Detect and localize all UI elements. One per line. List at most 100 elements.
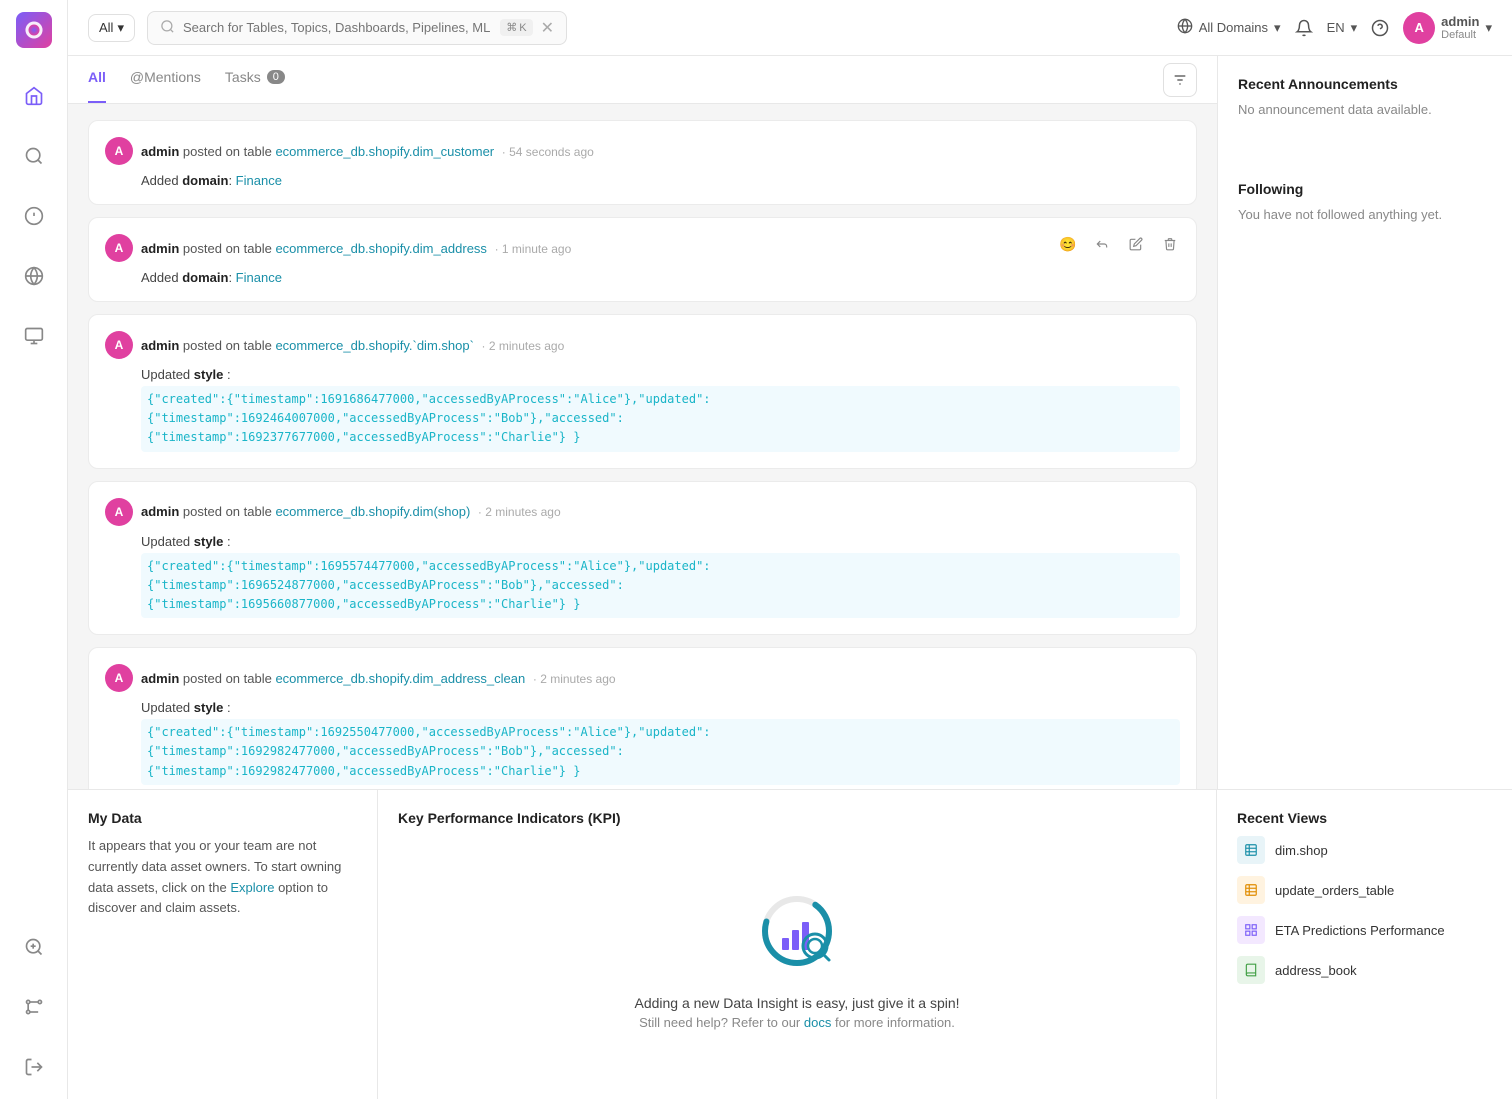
feed-action: posted on table — [183, 671, 276, 686]
list-item[interactable]: dim.shop — [1237, 836, 1492, 864]
feed-table-link[interactable]: ecommerce_db.shopify.dim(shop) — [275, 504, 470, 519]
recent-views-title: Recent Views — [1237, 810, 1492, 826]
domain-label: All Domains — [1199, 20, 1268, 35]
language-selector[interactable]: EN ▾ — [1327, 20, 1358, 36]
recent-view-label: update_orders_table — [1275, 883, 1394, 898]
kpi-cta-subtext: Still need help? Refer to our docs for m… — [639, 1015, 955, 1030]
search-input[interactable] — [183, 20, 492, 35]
sidebar-item-pipelines[interactable] — [14, 987, 54, 1027]
list-item[interactable]: update_orders_table — [1237, 876, 1492, 904]
feed-time: · 2 minutes ago — [533, 672, 616, 686]
feed-table-link[interactable]: ecommerce_db.shopify.`dim.shop` — [275, 338, 473, 353]
feed-item-meta: admin posted on table ecommerce_db.shopi… — [141, 144, 594, 159]
feed-tabs: All @Mentions Tasks 0 — [68, 56, 1217, 104]
feed-action: posted on table — [183, 504, 276, 519]
sidebar-item-home[interactable] — [14, 76, 54, 116]
user-avatar: A — [1403, 12, 1435, 44]
kpi-content: Adding a new Data Insight is easy, just … — [634, 836, 959, 1079]
user-info: admin Default — [1441, 14, 1479, 41]
feed-action: posted on table — [183, 144, 276, 159]
feed-time: · 2 minutes ago — [478, 505, 561, 519]
app-logo[interactable] — [16, 12, 52, 48]
list-item[interactable]: address_book — [1237, 956, 1492, 984]
feed-table-link[interactable]: ecommerce_db.shopify.dim_address_clean — [275, 671, 525, 686]
list-item[interactable]: ETA Predictions Performance — [1237, 916, 1492, 944]
kpi-cta-text: Adding a new Data Insight is easy, just … — [634, 995, 959, 1011]
sidebar-item-insights[interactable] — [14, 196, 54, 236]
help-button[interactable] — [1371, 19, 1389, 37]
kpi-icon — [752, 886, 842, 979]
my-data-section: My Data It appears that you or your team… — [68, 790, 378, 1099]
tab-tasks[interactable]: Tasks 0 — [225, 56, 285, 103]
feed-item: A admin posted on table ecommerce_db.sho… — [88, 481, 1197, 636]
delete-button[interactable] — [1156, 230, 1184, 258]
feed-item-actions: 😊 — [1054, 230, 1184, 258]
user-menu[interactable]: A admin Default ▾ — [1403, 12, 1492, 44]
all-filter-label: All — [99, 20, 113, 35]
feed-time: · 54 seconds ago — [502, 145, 594, 159]
tab-all[interactable]: All — [88, 56, 106, 103]
docs-link[interactable]: docs — [804, 1015, 831, 1030]
feed-item: 😊 — [88, 217, 1197, 302]
search-close-icon: ✕ — [541, 18, 554, 38]
following-title: Following — [1218, 161, 1512, 207]
feed-item-meta: admin posted on table ecommerce_db.shopi… — [141, 504, 561, 519]
sidebar-item-explore[interactable] — [14, 136, 54, 176]
feed-action: posted on table — [183, 338, 276, 353]
search-icon — [160, 19, 175, 37]
top-bar: All ▾ ⌘ K ✕ All Domains — [68, 0, 1512, 56]
dashboard-icon — [1237, 916, 1265, 944]
feed-item: A admin posted on table ecommerce_db.sho… — [88, 647, 1197, 789]
sidebar-item-quality[interactable] — [14, 927, 54, 967]
tab-all-label: All — [88, 69, 106, 85]
book-icon — [1237, 956, 1265, 984]
avatar: A — [105, 664, 133, 692]
top-bar-right: All Domains ▾ EN ▾ A — [1177, 12, 1492, 44]
tab-tasks-label: Tasks — [225, 69, 261, 85]
explore-link[interactable]: Explore — [230, 880, 274, 895]
feed-item-body: Added domain: Finance — [141, 270, 1180, 285]
right-panel: Recent Announcements No announcement dat… — [1217, 56, 1512, 789]
pipeline-icon — [1237, 876, 1265, 904]
avatar: A — [105, 234, 133, 262]
feed-action: posted on table — [183, 241, 276, 256]
feed-table-link[interactable]: ecommerce_db.shopify.dim_address — [275, 241, 486, 256]
reply-button[interactable] — [1088, 230, 1116, 258]
sidebar-item-logout[interactable] — [14, 1047, 54, 1087]
announcements-body: No announcement data available. — [1218, 102, 1512, 137]
my-data-description: It appears that you or your team are not… — [88, 836, 357, 919]
sidebar-item-settings[interactable] — [14, 316, 54, 356]
feed-item-meta: admin posted on table ecommerce_db.shopi… — [141, 241, 571, 256]
feed-table-link[interactable]: ecommerce_db.shopify.dim_customer — [275, 144, 494, 159]
global-search-bar[interactable]: ⌘ K ✕ — [147, 11, 567, 45]
feed-filter-button[interactable] — [1163, 63, 1197, 97]
feed-list: A admin posted on table ecommerce_db.sho… — [68, 104, 1217, 789]
avatar: A — [105, 498, 133, 526]
announcements-title: Recent Announcements — [1218, 56, 1512, 102]
feed-item-body: Updated style : {"created":{"timestamp":… — [141, 534, 1180, 619]
emoji-react-button[interactable]: 😊 — [1054, 230, 1082, 258]
user-chevron-icon: ▾ — [1485, 20, 1492, 36]
feed-code-block: {"created":{"timestamp":1692550477000,"a… — [141, 719, 1180, 785]
user-role: Default — [1441, 29, 1479, 41]
notifications-button[interactable] — [1295, 19, 1313, 37]
feed-user: admin — [141, 144, 179, 159]
feed-user: admin — [141, 241, 179, 256]
recent-view-label: ETA Predictions Performance — [1275, 923, 1445, 938]
table-icon — [1237, 836, 1265, 864]
feed-code-block: {"created":{"timestamp":1691686477000,"a… — [141, 386, 1180, 452]
feed-item: A admin posted on table ecommerce_db.sho… — [88, 314, 1197, 469]
my-data-title: My Data — [88, 810, 357, 826]
kpi-section: Key Performance Indicators (KPI) — [378, 790, 1217, 1099]
domain-selector[interactable]: All Domains ▾ — [1177, 18, 1281, 37]
edit-button[interactable] — [1122, 230, 1150, 258]
feed-user: admin — [141, 338, 179, 353]
sidebar-item-governance[interactable] — [14, 256, 54, 296]
feed-item-meta: admin posted on table ecommerce_db.shopi… — [141, 338, 564, 353]
feed-time: · 1 minute ago — [495, 242, 572, 256]
all-filter-selector[interactable]: All ▾ — [88, 14, 135, 42]
feed-domain-value: Finance — [236, 173, 282, 188]
kpi-title: Key Performance Indicators (KPI) — [398, 810, 1196, 826]
feed-item-body: Added domain: Finance — [141, 173, 1180, 188]
tab-mentions[interactable]: @Mentions — [130, 56, 201, 103]
